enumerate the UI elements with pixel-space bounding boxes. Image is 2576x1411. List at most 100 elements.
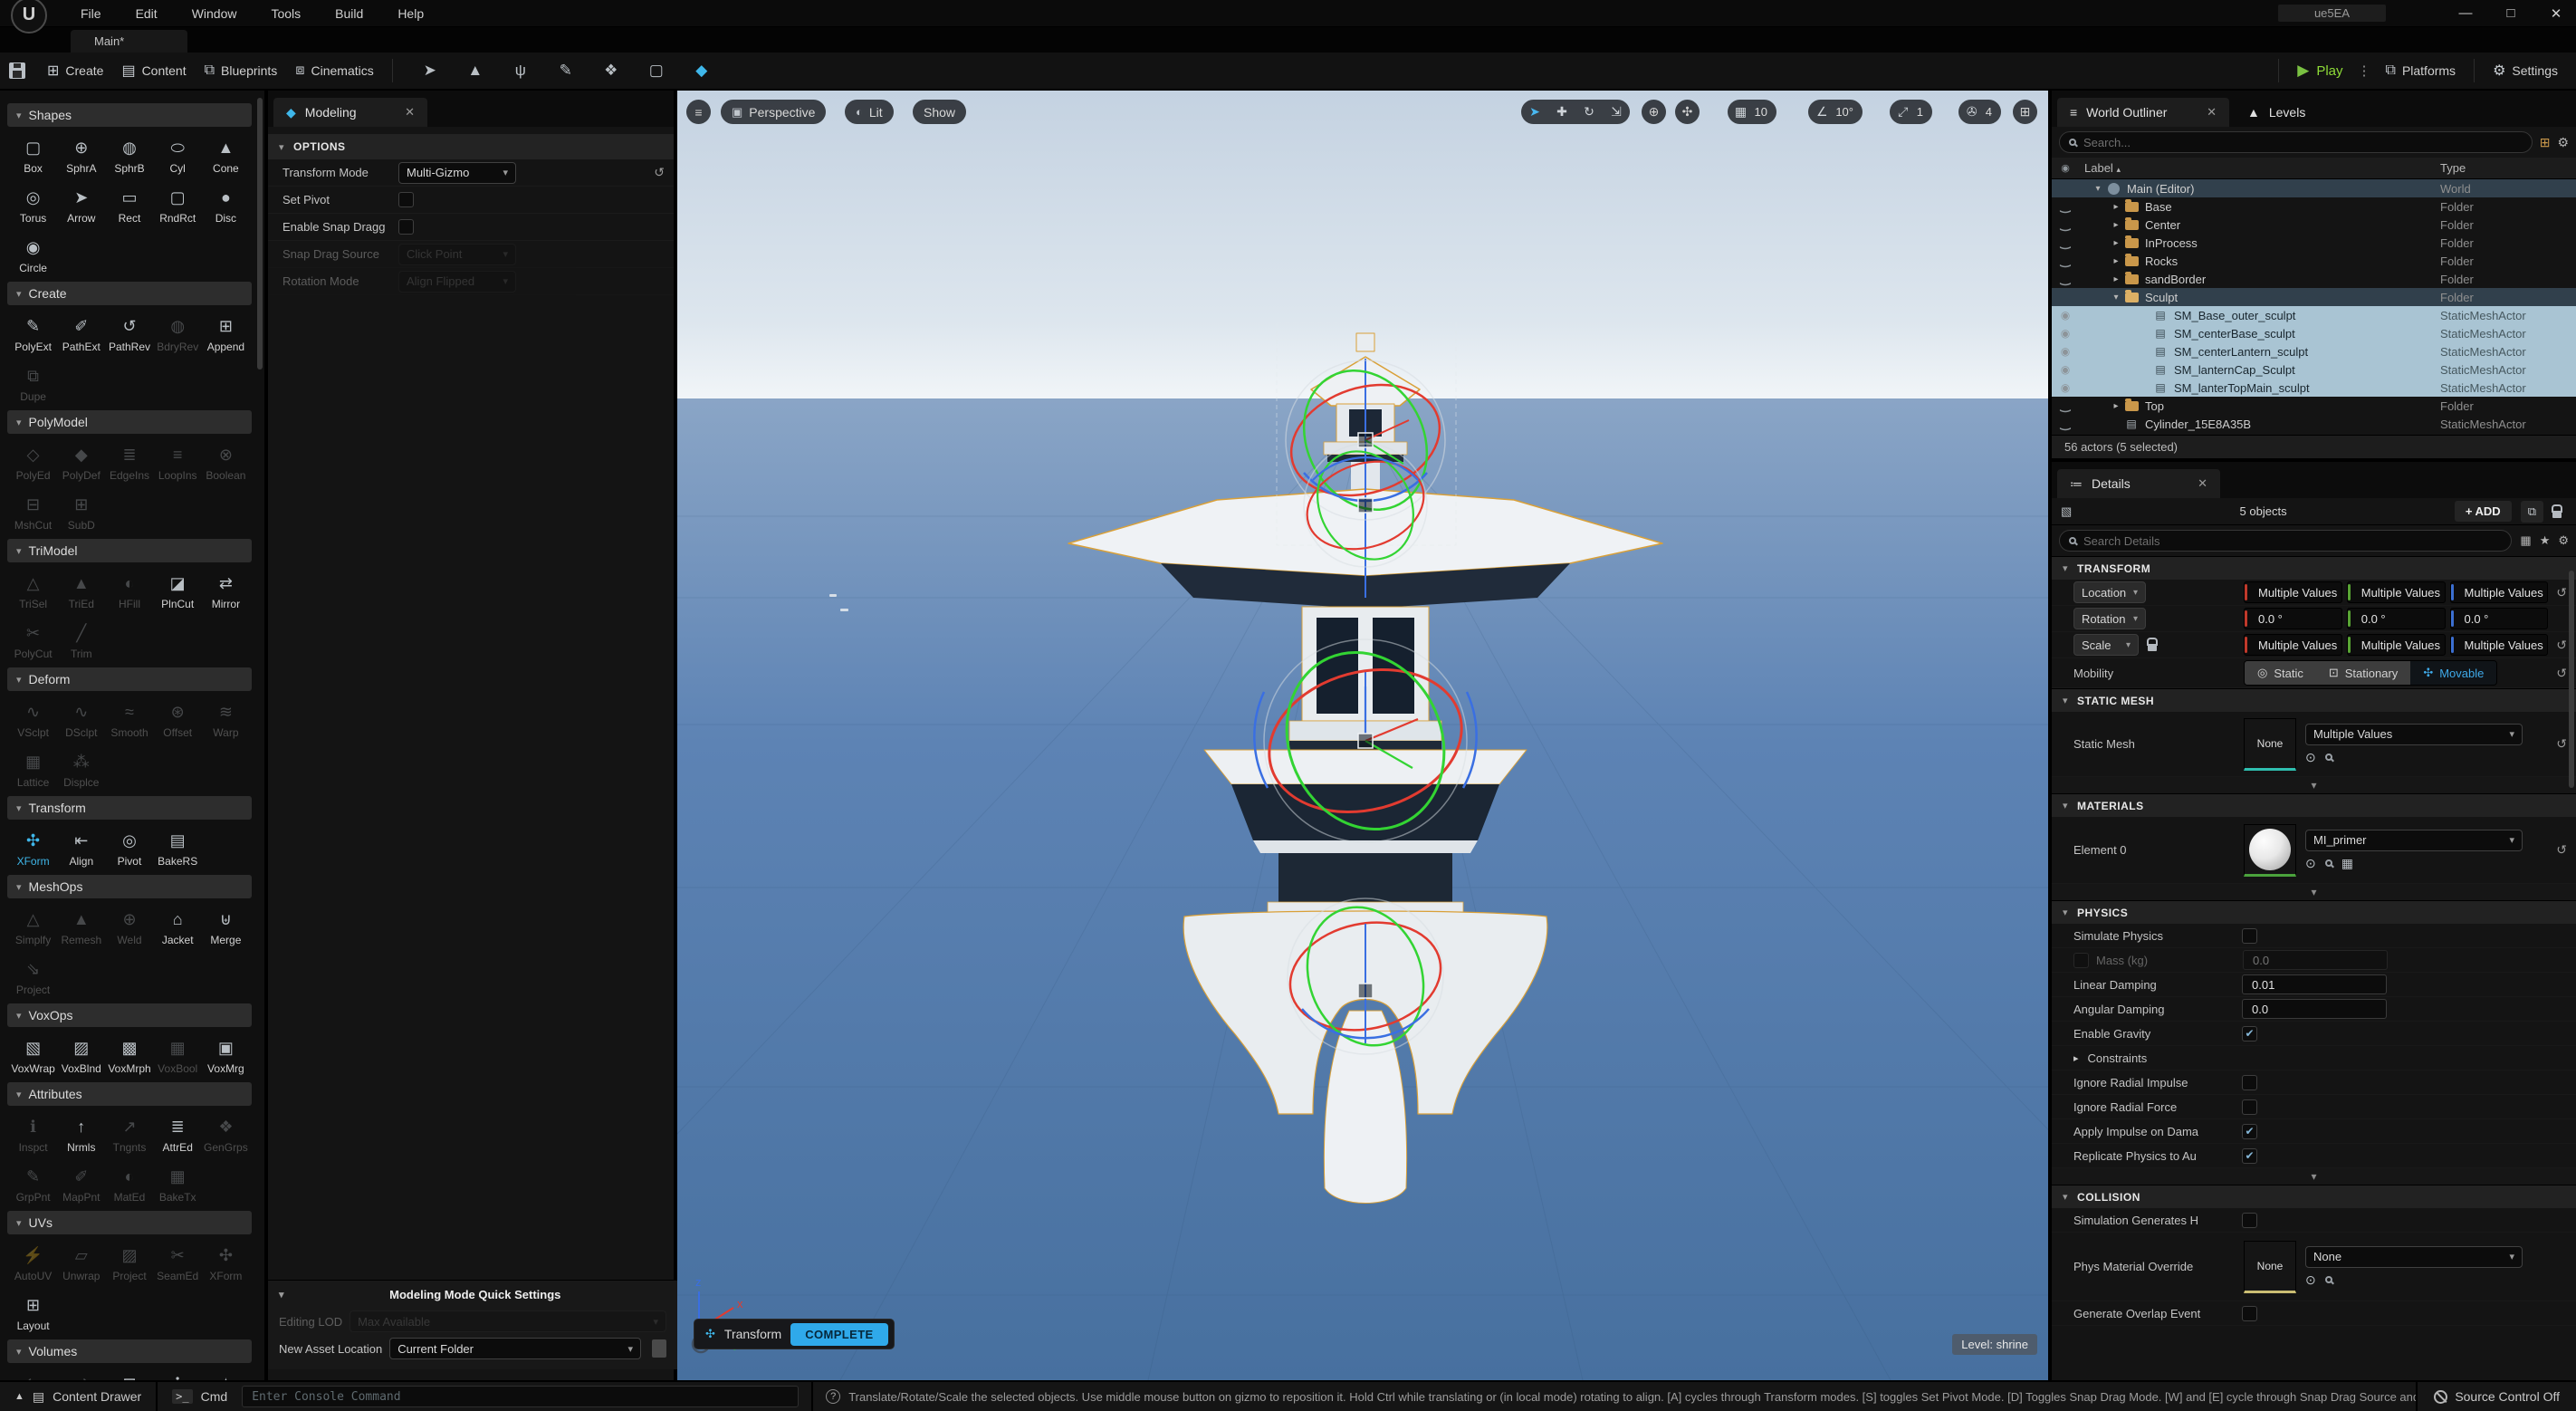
chevron-down-icon[interactable]: ▾ [2063,1191,2068,1203]
settings-button[interactable]: ⚙ Settings [2484,56,2567,85]
visibility-eye-icon[interactable] [2061,419,2070,430]
section-expander[interactable]: ▾ [2052,777,2576,793]
actor-label[interactable]: Base [2140,200,2440,214]
browse-icon[interactable] [2324,753,2332,761]
outliner-row[interactable]: Base Folder [2052,197,2576,216]
maximize-button[interactable]: □ [2491,2,2531,25]
property-checkbox[interactable] [2242,1123,2257,1139]
menu-window[interactable]: Window [175,0,254,27]
location-y-input[interactable]: Multiple Values [2346,581,2446,603]
set-pivot-checkbox[interactable] [398,192,414,207]
reset-icon[interactable]: ↺ [2556,585,2567,600]
lock-icon[interactable] [2552,504,2562,518]
outliner-settings-gear-icon[interactable]: ⚙ [2557,135,2569,150]
tool-pivot[interactable]: ◎ Pivot [105,829,153,869]
scale-y-input[interactable]: Multiple Values [2346,634,2446,656]
angle-snap-icon[interactable]: ∠ [1808,100,1835,124]
enable-snap-drag-checkbox[interactable] [398,219,414,235]
static-mesh-dropdown[interactable]: Multiple Values ▾ [2305,723,2523,745]
reset-icon[interactable]: ↺ [2556,736,2567,752]
menu-build[interactable]: Build [318,0,380,27]
material-dropdown[interactable]: MI_primer ▾ [2305,829,2523,851]
actor-label[interactable]: Cylinder_15E8A35B [2140,418,2440,431]
maximize-viewport-icon[interactable]: ⊞ [2013,100,2037,124]
grid-snap-icon[interactable]: ▦ [1728,100,1755,124]
close-button[interactable]: ✕ [2536,2,2576,25]
camera-icon[interactable]: ✇ [1958,100,1986,124]
tool-append[interactable]: ⊞ Append [202,314,250,354]
visibility-column-icon[interactable]: ◉ [2052,162,2079,174]
tool-jacket[interactable]: ⌂ Jacket [154,907,202,947]
reset-icon[interactable]: ↺ [2556,638,2567,653]
type-column-header[interactable]: Type [2440,161,2576,175]
expand-arrow-icon[interactable]: ▸ [2073,1052,2079,1064]
chevron-down-icon[interactable]: ▾ [2063,695,2068,706]
palette-section-header[interactable]: ▾ Attributes [7,1082,252,1106]
actor-label[interactable]: Center [2140,218,2440,232]
close-icon[interactable]: ✕ [2198,476,2207,491]
angle-snap-value[interactable]: 10° [1835,105,1863,119]
visibility-eye-icon[interactable] [2061,365,2070,376]
rotation-z-input[interactable]: 0.0 ° [2449,608,2549,629]
new-asset-location-dropdown[interactable]: Current Folder ▾ [389,1338,641,1359]
reset-icon[interactable]: ↺ [654,165,665,180]
level-viewport[interactable]: z x y ≡ ▣ Perspective ◐ Lit Show ➤ ✚ ↻ ⇲… [677,91,2048,1380]
chevron-down-icon[interactable]: ▾ [2063,800,2068,811]
surface-snap-icon[interactable]: ✣ [1675,100,1700,124]
tool-merge[interactable]: ⊎ Merge [202,907,250,947]
grid-snap-value[interactable]: 10 [1755,105,1776,119]
actor-label[interactable]: SM_lanterTopMain_sculpt [2169,381,2440,395]
property-input[interactable]: 0.0 [2242,999,2387,1019]
expand-arrow-icon[interactable] [2113,293,2118,302]
tool-rndrct[interactable]: ▢ RndRct [154,186,202,226]
show-dropdown[interactable]: Show [913,100,967,124]
actor-label[interactable]: SM_centerBase_sculpt [2169,327,2440,341]
texture-checker-icon[interactable]: ▦ [2341,856,2353,871]
outliner-row[interactable]: ▤ SM_centerLantern_sculpt StaticMeshActo… [2052,342,2576,360]
rotation-x-input[interactable]: 0.0 ° [2244,608,2342,629]
phys-material-thumbnail[interactable]: None [2244,1240,2296,1293]
palette-section-header[interactable]: ▾ VoxOps [7,1003,252,1027]
chevron-down-icon[interactable]: ▾ [2063,907,2068,918]
outliner-row[interactable]: ▤ SM_centerBase_sculpt StaticMeshActor [2052,324,2576,342]
palette-section-header[interactable]: ▾ MeshOps [7,875,252,898]
add-component-button[interactable]: + ADD [2454,501,2512,522]
scale-z-input[interactable]: Multiple Values [2449,634,2549,656]
menu-edit[interactable]: Edit [119,0,175,27]
create-button[interactable]: ⊞ Create [38,56,112,85]
outliner-row[interactable]: Center Folder [2052,216,2576,234]
menu-tools[interactable]: Tools [254,0,318,27]
visibility-eye-icon[interactable] [2061,238,2070,249]
location-x-input[interactable]: Multiple Values [2244,581,2342,603]
scale-x-input[interactable]: Multiple Values [2244,634,2342,656]
display-filter-icon[interactable]: ▦ [2520,533,2531,548]
outliner-row[interactable]: ▤ SM_lanternCap_Sculpt StaticMeshActor [2052,360,2576,379]
expand-arrow-icon[interactable] [2113,256,2118,266]
editor-mode-button[interactable]: ❖ [596,57,627,84]
property-checkbox[interactable] [2242,1099,2257,1115]
play-options-kebab-icon[interactable]: ⋮ [2352,62,2377,79]
actor-label[interactable]: sandBorder [2140,273,2440,286]
use-selected-icon[interactable]: ⊙ [2305,856,2316,871]
editor-mode-button[interactable]: ▲ [460,57,491,84]
use-selected-icon[interactable]: ⊙ [2305,1272,2316,1288]
tool-box[interactable]: ▢ Box [9,136,57,176]
actor-label[interactable]: SM_Base_outer_sculpt [2169,309,2440,322]
scale-lock-icon[interactable] [2147,638,2158,651]
tab-world-outliner[interactable]: ≡ World Outliner ✕ [2057,98,2229,127]
tool-plncut[interactable]: ◪ PlnCut [154,571,202,611]
tool-sphrb[interactable]: ◍ SphrB [105,136,153,176]
expand-arrow-icon[interactable] [2113,220,2118,230]
override-checkbox[interactable] [2073,952,2089,968]
static-mesh-thumbnail[interactable]: None [2244,717,2296,771]
palette-scrollbar[interactable] [257,98,263,370]
visibility-eye-icon[interactable] [2061,256,2070,267]
tool-voxblnd[interactable]: ▨ VoxBlnd [57,1036,105,1076]
tool-disc[interactable]: ● Disc [202,186,250,226]
outliner-row[interactable]: Main (Editor) World [2052,179,2576,197]
tool-rect[interactable]: ▭ Rect [105,186,153,226]
mobility-stationary[interactable]: ⊡ Stationary [2315,661,2411,685]
outliner-row[interactable]: sandBorder Folder [2052,270,2576,288]
outliner-row[interactable]: Top Folder [2052,397,2576,415]
actor-label[interactable]: InProcess [2140,236,2440,250]
